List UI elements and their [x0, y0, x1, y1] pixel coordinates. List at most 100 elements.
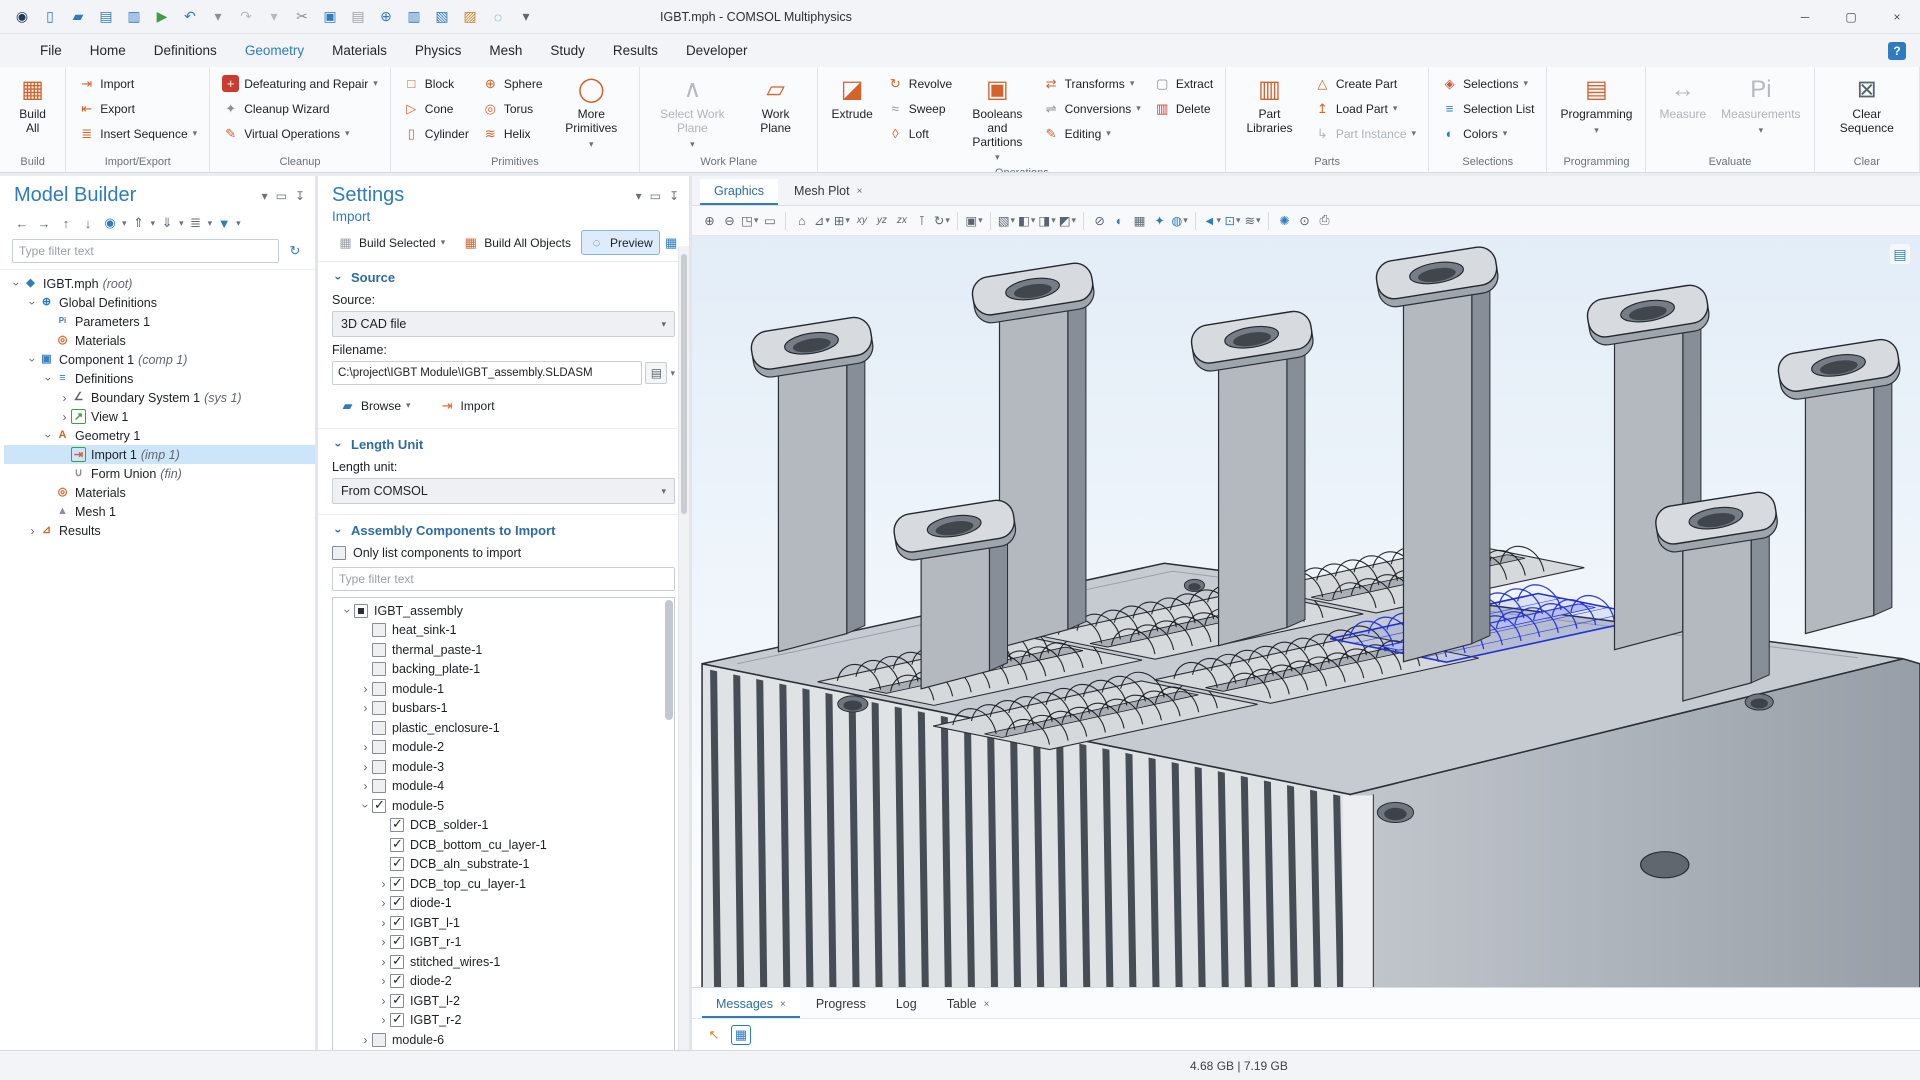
model-builder-pin-panel-icon[interactable]: ↧ [295, 189, 305, 203]
expand-arrow-icon[interactable]: › [359, 1033, 372, 1047]
ribbon-part-instance-button[interactable]: ↳Part Instance▾ [1309, 122, 1421, 145]
ribbon-extrude-button[interactable]: ◪Extrude [825, 72, 878, 125]
new-file-icon[interactable]: ▯ [38, 5, 62, 29]
checkbox[interactable] [390, 974, 404, 988]
measure-view-icon[interactable]: ⊺ [912, 210, 931, 232]
ribbon-revolve-button[interactable]: ↻Revolve [882, 72, 957, 95]
chevron-down-icon[interactable]: ▾ [670, 368, 675, 379]
length-unit-select[interactable]: From COMSOL ▾ [332, 478, 675, 504]
assembly-item-dcb-solder-1[interactable]: DCB_solder-1 [333, 816, 674, 836]
tree-item-definitions[interactable]: ›≡Definitions [4, 369, 315, 388]
tree-item-form-union[interactable]: ∪Form Union(fin) [4, 464, 315, 483]
zoom-box-icon[interactable]: ▭ [760, 210, 779, 232]
checkbox[interactable] [390, 896, 404, 910]
expand-arrow-icon[interactable]: › [377, 974, 390, 988]
expand-arrow-icon[interactable]: › [377, 896, 390, 910]
ribbon-extract-button[interactable]: ▢Extract [1149, 72, 1218, 95]
close-button[interactable]: × [1874, 0, 1920, 34]
checkbox[interactable] [372, 760, 386, 774]
paste-icon[interactable]: ▤ [346, 5, 370, 29]
tree-item-geometry-1[interactable]: ›AGeometry 1 [4, 426, 315, 445]
zoom-in-icon[interactable]: ⊕ [700, 210, 719, 232]
assembly-item-module-3[interactable]: ›module-3 [333, 757, 674, 777]
source-section-header[interactable]: › Source [332, 270, 675, 285]
ribbon-export-button[interactable]: ⇤Export [73, 97, 202, 120]
tree-item-igbt-mph[interactable]: ›◆IGBT.mph(root) [4, 274, 315, 293]
assembly-filter-input[interactable] [332, 567, 675, 591]
ribbon-delete-button[interactable]: ▥Delete [1149, 97, 1218, 120]
collapse-arrow-icon[interactable]: › [26, 296, 40, 309]
ribbon-part-libraries-button[interactable]: ▥Part Libraries [1233, 72, 1306, 139]
ribbon-conversions-button[interactable]: ⇌Conversions▾ [1038, 97, 1146, 120]
ribbon-select-work-plane-button[interactable]: ∧Select Work Plane▾ [647, 72, 738, 152]
expand-arrow-icon[interactable]: › [359, 779, 372, 793]
assembly-item-dcb-aln-substrate-1[interactable]: DCB_aln_substrate-1 [333, 855, 674, 875]
assembly-item-module-6[interactable]: ›module-6 [333, 1030, 674, 1050]
app-icon[interactable]: ◉ [10, 5, 34, 29]
tab-messages[interactable]: Messages× [702, 992, 800, 1018]
ribbon-cleanup-wizard-button[interactable]: ✦Cleanup Wizard [217, 97, 383, 120]
ribbon-clear-sequence-button[interactable]: ⊠Clear Sequence [1822, 72, 1912, 139]
only-list-checkbox[interactable] [332, 546, 346, 560]
scene-light-icon[interactable]: ✦ [1150, 210, 1169, 232]
tab-graphics[interactable]: Graphics [700, 179, 778, 205]
ribbon-load-part-button[interactable]: ↥Load Part▾ [1309, 97, 1421, 120]
menu-home[interactable]: Home [90, 43, 126, 58]
expand-arrow-icon[interactable]: › [377, 877, 390, 891]
ribbon-selection-list-button[interactable]: ≡Selection List [1436, 97, 1539, 120]
ribbon-work-plane-button[interactable]: ▱Work Plane [741, 72, 811, 139]
preview-window-icon[interactable]: ▦ [731, 1025, 751, 1045]
tree-item-global-definitions[interactable]: ›⊕Global Definitions [4, 293, 315, 312]
ribbon-sphere-button[interactable]: ⊕Sphere [477, 72, 548, 95]
ribbon-more-primitives-button[interactable]: ◯More Primitives▾ [551, 72, 633, 152]
pointer-icon[interactable]: ↖ [704, 1025, 724, 1045]
assembly-item-diode-1[interactable]: ›diode-1 [333, 894, 674, 914]
assembly-section-header[interactable]: › Assembly Components to Import [332, 523, 675, 538]
assembly-item-stitched-wires-1[interactable]: ›stitched_wires-1 [333, 952, 674, 972]
move-down-icon[interactable]: ↓ [78, 213, 98, 233]
image-snapshot-icon[interactable]: ▣▾ [964, 210, 983, 232]
ribbon-defeaturing-and-repair-button[interactable]: +Defeaturing and Repair▾ [217, 72, 383, 95]
environment-icon[interactable]: ◍▾ [1170, 210, 1189, 232]
settings-pin-panel-icon[interactable]: ↧ [669, 189, 679, 203]
camera-icon[interactable]: ⊙ [1295, 210, 1314, 232]
checkbox[interactable] [390, 857, 404, 871]
tab-log[interactable]: Log [882, 992, 931, 1018]
find-icon[interactable]: ◌ [486, 5, 510, 29]
ribbon-transforms-button[interactable]: ⇄Transforms▾ [1038, 72, 1146, 95]
run-icon[interactable]: ▶ [150, 5, 174, 29]
checkbox[interactable] [372, 662, 386, 676]
view-xy-icon[interactable]: xy [852, 210, 871, 232]
tree-item-import-1[interactable]: ⇥Import 1(imp 1) [4, 445, 315, 464]
close-tab-icon[interactable]: × [780, 999, 786, 1010]
menu-physics[interactable]: Physics [415, 43, 462, 58]
assembly-item-module-1[interactable]: ›module-1 [333, 679, 674, 699]
node-view-icon[interactable]: ≣ [186, 213, 206, 233]
view-zx-icon[interactable]: zx [892, 210, 911, 232]
ribbon-import-button[interactable]: ⇥Import [73, 72, 202, 95]
close-tab-icon[interactable]: × [984, 999, 990, 1010]
hide-objects-icon[interactable]: ⊘ [1090, 210, 1109, 232]
collapse-icon[interactable]: ⇓ [157, 213, 177, 233]
assembly-item-igbt-r-1[interactable]: ›IGBT_r-1 [333, 933, 674, 953]
ribbon-measurements-button[interactable]: PiMeasurements▾ [1715, 72, 1806, 138]
checkbox[interactable] [390, 994, 404, 1008]
context-menu-icon[interactable]: ▤ [1890, 244, 1910, 264]
menu-definitions[interactable]: Definitions [154, 43, 217, 58]
checkbox[interactable] [372, 799, 386, 813]
refresh-icon[interactable]: ↻ [285, 241, 305, 261]
help-icon[interactable]: ? [1888, 42, 1906, 60]
model-tree-filter-input[interactable] [12, 239, 279, 263]
ribbon-block-button[interactable]: □Block [398, 72, 474, 95]
expand-arrow-icon[interactable]: › [359, 701, 372, 715]
ribbon-helix-button[interactable]: ≋Helix [477, 122, 548, 145]
ribbon-create-part-button[interactable]: △Create Part [1309, 72, 1421, 95]
checkbox[interactable] [372, 1033, 386, 1047]
menu-materials[interactable]: Materials [332, 43, 387, 58]
settings-detach-panel-icon[interactable]: ▭ [650, 189, 661, 203]
expand-arrow-icon[interactable]: › [377, 916, 390, 930]
assembly-item-igbt-r-2[interactable]: ›IGBT_r-2 [333, 1011, 674, 1031]
build-selected-button[interactable]: ▦ Build Selected ▾ [330, 230, 452, 255]
expand-arrow-icon[interactable]: › [377, 955, 390, 969]
settings-scrollbar[interactable] [678, 246, 689, 1050]
